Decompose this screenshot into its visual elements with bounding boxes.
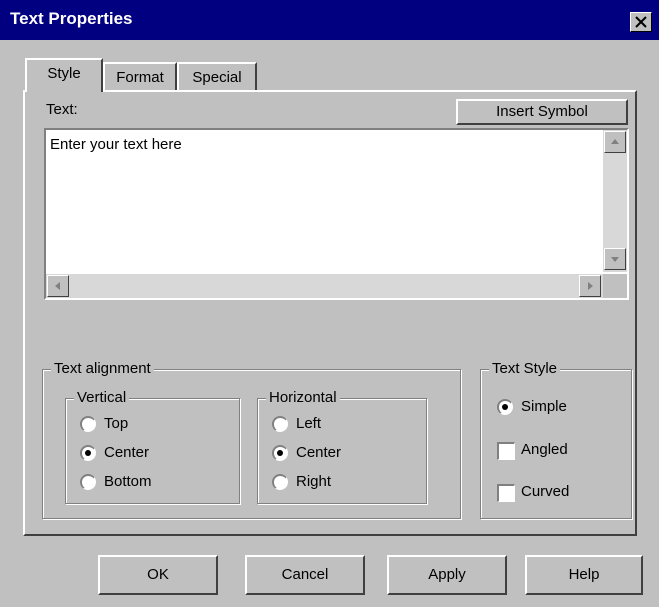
- vertical-alignment-group: Vertical Top Center Bottom: [65, 388, 240, 504]
- vertical-scrollbar[interactable]: [603, 130, 627, 272]
- cancel-label: Cancel: [281, 566, 329, 583]
- radio-vertical-top[interactable]: Top: [80, 414, 200, 436]
- insert-symbol-button[interactable]: Insert Symbol: [456, 99, 628, 125]
- help-button[interactable]: Help: [525, 555, 643, 595]
- ok-button[interactable]: OK: [98, 555, 218, 595]
- tab-style[interactable]: Style: [25, 58, 103, 92]
- ok-label: OK: [147, 566, 169, 583]
- checkbox-angled[interactable]: Angled: [497, 440, 617, 462]
- apply-button[interactable]: Apply: [387, 555, 507, 595]
- tab-format[interactable]: Format: [103, 62, 177, 92]
- tab-special[interactable]: Special: [177, 62, 257, 92]
- radio-button[interactable]: [272, 416, 288, 432]
- horizontal-alignment-group: Horizontal Left Center Right: [257, 388, 427, 504]
- radio-label: Bottom: [104, 473, 152, 490]
- text-alignment-group: Text alignment Vertical Top Center Botto…: [42, 359, 461, 519]
- radio-vertical-bottom[interactable]: Bottom: [80, 472, 200, 494]
- text-alignment-title: Text alignment: [51, 359, 154, 379]
- checkbox[interactable]: [497, 484, 515, 502]
- checkbox[interactable]: [497, 442, 515, 460]
- tab-label: Format: [116, 69, 164, 86]
- horizontal-scrollbar[interactable]: [46, 274, 603, 298]
- radio-label: Top: [104, 415, 129, 432]
- radio-label: Center: [104, 444, 150, 461]
- horizontal-title: Horizontal: [266, 388, 340, 408]
- arrow-right-icon: [588, 282, 593, 290]
- scroll-right-button[interactable]: [579, 275, 601, 297]
- close-button[interactable]: [630, 12, 652, 32]
- arrow-down-icon: [611, 257, 619, 262]
- tab-label: Style: [47, 65, 81, 82]
- text-input[interactable]: Enter your text here: [44, 128, 629, 300]
- radio-horizontal-center[interactable]: Center: [272, 443, 392, 465]
- radio-label: Left: [296, 415, 322, 432]
- radio-horizontal-right[interactable]: Right: [272, 472, 392, 494]
- text-style-group: Text Style Simple Angled Curved: [480, 359, 632, 519]
- scroll-left-button[interactable]: [47, 275, 69, 297]
- radio-style-simple[interactable]: Simple: [497, 397, 617, 419]
- radio-button[interactable]: [497, 399, 513, 415]
- arrow-left-icon: [55, 282, 60, 290]
- vertical-title: Vertical: [74, 388, 130, 408]
- radio-button[interactable]: [80, 474, 96, 490]
- radio-horizontal-left[interactable]: Left: [272, 414, 392, 436]
- insert-symbol-label: Insert Symbol: [496, 103, 588, 120]
- checkbox-label: Curved: [521, 483, 570, 500]
- radio-label: Center: [296, 444, 342, 461]
- text-style-title: Text Style: [489, 359, 561, 379]
- close-icon: [635, 16, 647, 28]
- arrow-up-icon: [611, 139, 619, 144]
- apply-label: Apply: [428, 566, 466, 583]
- radio-vertical-center[interactable]: Center: [80, 443, 200, 465]
- checkbox-curved[interactable]: Curved: [497, 482, 617, 504]
- help-label: Help: [568, 566, 600, 583]
- radio-button[interactable]: [80, 445, 96, 461]
- text-label: Text:: [46, 101, 78, 118]
- text-input-value: Enter your text here: [50, 136, 182, 153]
- scrollbar-corner: [603, 274, 627, 298]
- scroll-down-button[interactable]: [604, 248, 626, 270]
- checkbox-label: Angled: [521, 441, 568, 458]
- radio-button[interactable]: [272, 445, 288, 461]
- radio-label: Right: [296, 473, 332, 490]
- tab-label: Special: [192, 69, 242, 86]
- radio-button[interactable]: [272, 474, 288, 490]
- cancel-button[interactable]: Cancel: [245, 555, 365, 595]
- scroll-up-button[interactable]: [604, 131, 626, 153]
- window-title: Text Properties: [10, 9, 133, 28]
- radio-label: Simple: [521, 398, 567, 415]
- title-bar[interactable]: Text Properties: [0, 0, 659, 40]
- radio-button[interactable]: [80, 416, 96, 432]
